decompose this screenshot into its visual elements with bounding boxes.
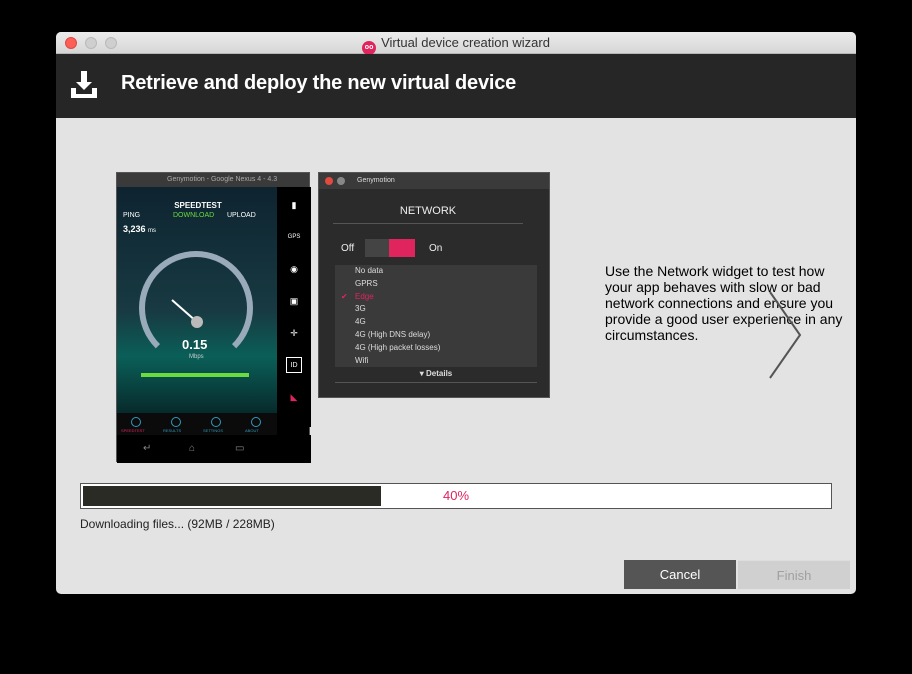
download-icon bbox=[71, 71, 97, 98]
network-toggle[interactable] bbox=[365, 239, 415, 257]
gauge-needle-icon bbox=[171, 299, 203, 328]
network-widget: Genymotion NETWORK Off On No data GPRS ✔… bbox=[318, 172, 550, 398]
tab-speedtest[interactable]: SPEEDTEST bbox=[121, 428, 145, 433]
network-option[interactable]: Wifi bbox=[335, 355, 537, 368]
tab-results[interactable]: RESULTS bbox=[163, 428, 181, 433]
feature-description: Use the Network widget to test how your … bbox=[605, 263, 843, 343]
network-option[interactable]: GPRS bbox=[335, 278, 537, 291]
network-option-selected[interactable]: ✔ Edge bbox=[335, 291, 537, 304]
next-slide-chevron-icon[interactable] bbox=[768, 290, 808, 380]
details-toggle[interactable]: ▾ Details bbox=[335, 369, 537, 383]
speed-progress-bar bbox=[141, 373, 249, 377]
widget-title: Genymotion bbox=[357, 177, 395, 184]
android-nav-bar: ↵ ⌂ ▭ bbox=[117, 435, 311, 463]
recents-icon[interactable]: ▭ bbox=[235, 443, 244, 454]
toggle-on-label: On bbox=[429, 243, 443, 254]
network-option[interactable]: 3G bbox=[335, 303, 537, 316]
genymotion-logo-icon: oo bbox=[362, 41, 377, 55]
network-options-list: No data GPRS ✔ Edge 3G 4G 4G (High DNS de… bbox=[335, 265, 537, 367]
settings-tab-icon[interactable] bbox=[211, 417, 221, 427]
network-icon[interactable]: ◣ bbox=[286, 389, 302, 405]
tab-settings[interactable]: SETTINGS bbox=[203, 428, 223, 433]
move-icon[interactable]: ✛ bbox=[286, 325, 302, 341]
download-progress-bar: 40% bbox=[80, 483, 832, 509]
speedtest-screen: SPEEDTEST PING DOWNLOAD UPLOAD 3,236 ms … bbox=[117, 187, 277, 413]
page-title: Retrieve and deploy the new virtual devi… bbox=[121, 72, 517, 94]
phone-window-title: Genymotion - Google Nexus 4 - 4.3 bbox=[117, 173, 309, 187]
video-icon[interactable]: ▣ bbox=[286, 293, 302, 309]
wizard-header: Retrieve and deploy the new virtual devi… bbox=[56, 54, 856, 118]
tab-about[interactable]: ABOUT bbox=[245, 428, 259, 433]
widget-close-icon[interactable] bbox=[325, 177, 333, 185]
ping-unit: ms bbox=[148, 228, 157, 234]
ping-value: 3,236 bbox=[123, 224, 146, 234]
back-icon[interactable]: ↵ bbox=[143, 443, 151, 454]
wizard-window: oo Virtual device creation wizard Retriev… bbox=[56, 32, 856, 594]
camera-icon[interactable]: ◉ bbox=[286, 261, 302, 277]
finish-button[interactable]: Finish bbox=[738, 560, 850, 589]
network-title: NETWORK bbox=[333, 205, 523, 224]
widget-minimize-icon[interactable] bbox=[337, 177, 345, 185]
network-option[interactable]: 4G (High DNS delay) bbox=[335, 329, 537, 342]
check-icon: ✔ bbox=[341, 291, 348, 301]
id-icon[interactable]: ID bbox=[286, 357, 302, 373]
upload-label: UPLOAD bbox=[227, 212, 256, 219]
home-icon[interactable]: ⌂ bbox=[189, 443, 195, 454]
speedtest-app-name: SPEEDTEST bbox=[174, 201, 222, 210]
about-tab-icon[interactable] bbox=[251, 417, 261, 427]
speed-unit: Mbps bbox=[189, 354, 204, 360]
network-option[interactable]: No data bbox=[335, 265, 537, 278]
window-title: Virtual device creation wizard bbox=[381, 35, 550, 50]
phone-tab-bar: SPEEDTEST RESULTS SETTINGS ABOUT bbox=[117, 413, 277, 435]
results-tab-icon[interactable] bbox=[171, 417, 181, 427]
gps-icon[interactable]: GPS bbox=[286, 229, 302, 245]
battery-icon[interactable]: ▮ bbox=[286, 197, 302, 213]
network-option[interactable]: 4G (High packet losses) bbox=[335, 342, 537, 355]
speed-value: 0.15 bbox=[182, 337, 208, 352]
network-option[interactable]: 4G bbox=[335, 316, 537, 329]
genymotion-sidebar: ▮ GPS ◉ ▣ ✛ ID ◣ bbox=[277, 187, 311, 427]
ping-label: PING bbox=[123, 212, 141, 219]
cancel-button[interactable]: Cancel bbox=[624, 560, 736, 589]
title-bar: oo Virtual device creation wizard bbox=[56, 32, 856, 55]
progress-label: 40% bbox=[442, 488, 470, 503]
phone-screenshot: Genymotion - Google Nexus 4 - 4.3 SPEEDT… bbox=[116, 172, 311, 463]
speedtest-tab-icon[interactable] bbox=[131, 417, 141, 427]
download-label: DOWNLOAD bbox=[173, 212, 215, 219]
toggle-off-label: Off bbox=[341, 243, 355, 254]
toggle-knob[interactable] bbox=[389, 239, 415, 257]
download-status: Downloading files... (92MB / 228MB) bbox=[80, 517, 275, 531]
